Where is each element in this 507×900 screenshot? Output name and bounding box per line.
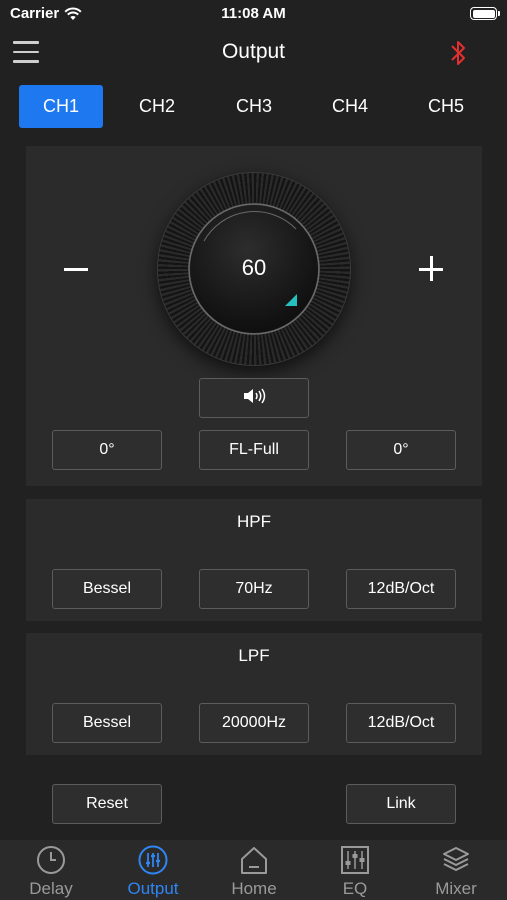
nav-eq[interactable]: EQ (305, 840, 405, 900)
nav-mixer[interactable]: Mixer (406, 840, 506, 900)
bluetooth-icon[interactable] (447, 38, 469, 68)
tab-ch2[interactable]: CH2 (115, 85, 199, 128)
nav-home-label: Home (231, 879, 277, 898)
nav-output-label: Output (127, 879, 179, 898)
link-button[interactable]: Link (346, 784, 456, 824)
bottom-nav: Delay Output Home EQ Mixer (0, 840, 507, 900)
lpf-slope-button[interactable]: 12dB/Oct (346, 703, 456, 743)
tab-ch5[interactable]: CH5 (404, 85, 488, 128)
volume-value: 60 (241, 255, 267, 280)
channel-assign-button[interactable]: FL-Full (199, 430, 309, 470)
channel-tabs: CH1 CH2 CH3 CH4 CH5 (0, 85, 507, 128)
lpf-title: LPF (238, 646, 270, 665)
equalizer-icon (341, 846, 369, 874)
status-bar: Carrier 11:08 AM (0, 0, 507, 28)
hpf-slope-button[interactable]: 12dB/Oct (346, 569, 456, 609)
volume-increase-button[interactable] (416, 249, 446, 289)
volume-knob[interactable]: 60 (158, 173, 350, 365)
hpf-frequency-button[interactable]: 70Hz (199, 569, 309, 609)
nav-eq-label: EQ (342, 879, 368, 898)
clock-icon (37, 846, 65, 874)
reset-button[interactable]: Reset (52, 784, 162, 824)
hpf-title: HPF (237, 512, 271, 531)
status-time: 11:08 AM (221, 5, 286, 22)
nav-home[interactable]: Home (204, 840, 304, 900)
home-icon (241, 847, 267, 874)
hpf-panel: HPF Bessel 70Hz 12dB/Oct (26, 499, 482, 621)
nav-delay[interactable]: Delay (1, 840, 101, 900)
speaker-icon (244, 388, 266, 404)
lpf-frequency-button[interactable]: 20000Hz (199, 703, 309, 743)
battery-icon (470, 7, 500, 20)
lpf-type-button[interactable]: Bessel (52, 703, 162, 743)
hpf-type-button[interactable]: Bessel (52, 569, 162, 609)
tab-ch3[interactable]: CH3 (212, 85, 296, 128)
volume-panel: 60 0° FL-Full 0° (26, 146, 482, 486)
nav-delay-label: Delay (29, 879, 73, 898)
header: Output (0, 28, 507, 78)
phase-right-button[interactable]: 0° (346, 430, 456, 470)
phase-left-button[interactable]: 0° (52, 430, 162, 470)
mute-button[interactable] (199, 378, 309, 418)
volume-decrease-button[interactable] (64, 249, 90, 289)
page-title: Output (221, 40, 286, 63)
layers-icon (443, 847, 469, 871)
nav-mixer-label: Mixer (435, 879, 477, 898)
knob-position-marker-icon (285, 294, 297, 306)
nav-output[interactable]: Output (103, 840, 203, 900)
tab-ch1[interactable]: CH1 (19, 85, 103, 128)
tab-ch4[interactable]: CH4 (308, 85, 392, 128)
sliders-icon (138, 845, 168, 875)
lpf-panel: LPF Bessel 20000Hz 12dB/Oct (26, 633, 482, 755)
